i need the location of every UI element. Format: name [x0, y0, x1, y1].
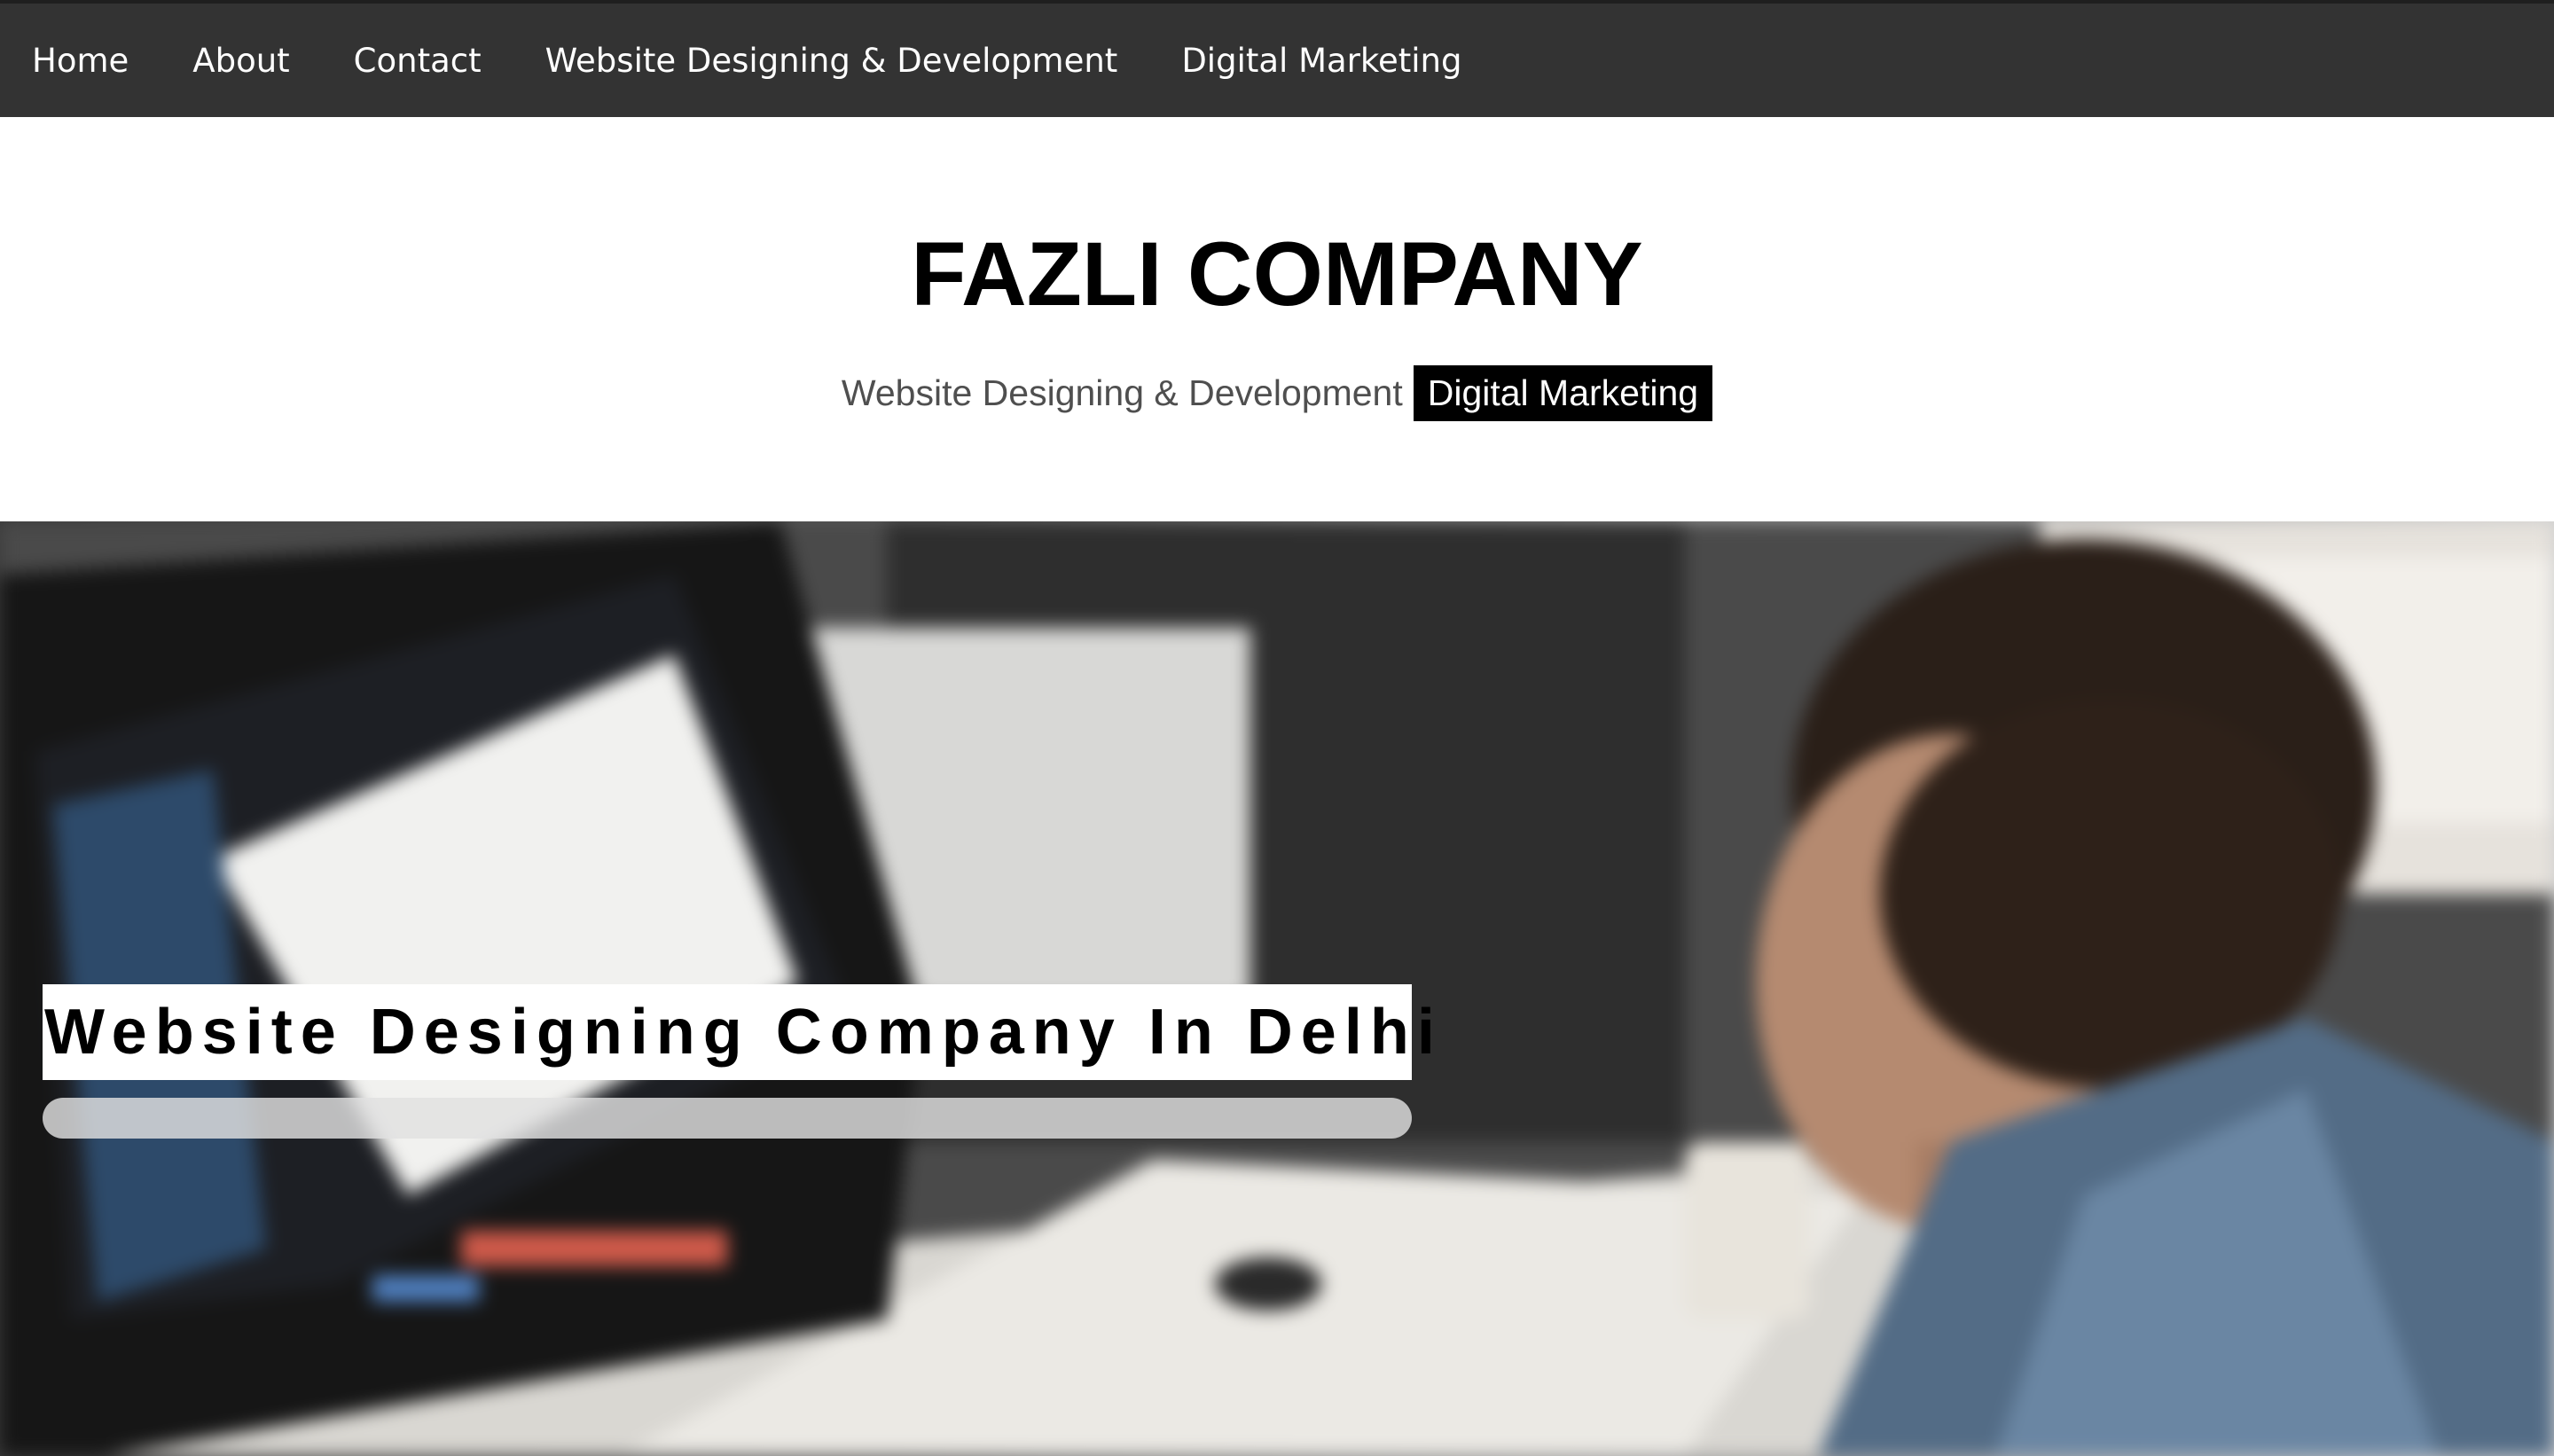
hero-heading: Website Designing Company In Delhi	[44, 997, 1443, 1068]
top-navbar: Home About Contact Website Designing & D…	[0, 0, 2554, 117]
nav-item-website-designing[interactable]: Website Designing & Development	[545, 42, 1118, 80]
nav-item-home[interactable]: Home	[32, 42, 129, 80]
site-header: FAZLI COMPANY Website Designing & Develo…	[0, 117, 2554, 521]
nav-item-contact[interactable]: Contact	[354, 42, 482, 80]
site-title: FAZLI COMPANY	[911, 223, 1643, 325]
tagline-website-designing-link[interactable]: Website Designing & Development	[842, 365, 1414, 421]
tagline: Website Designing & Development Digital …	[0, 365, 2554, 421]
nav-menu: Home About Contact Website Designing & D…	[0, 4, 1525, 117]
hero-subtitle-bar	[43, 1098, 1412, 1139]
nav-item-digital-marketing[interactable]: Digital Marketing	[1181, 42, 1461, 80]
hero-heading-box: Website Designing Company In Delhi	[43, 984, 1435, 1080]
tagline-digital-marketing-link[interactable]: Digital Marketing	[1413, 365, 1713, 421]
hero-section: Website Designing Company In Delhi	[0, 521, 2554, 1456]
nav-item-about[interactable]: About	[192, 42, 289, 80]
